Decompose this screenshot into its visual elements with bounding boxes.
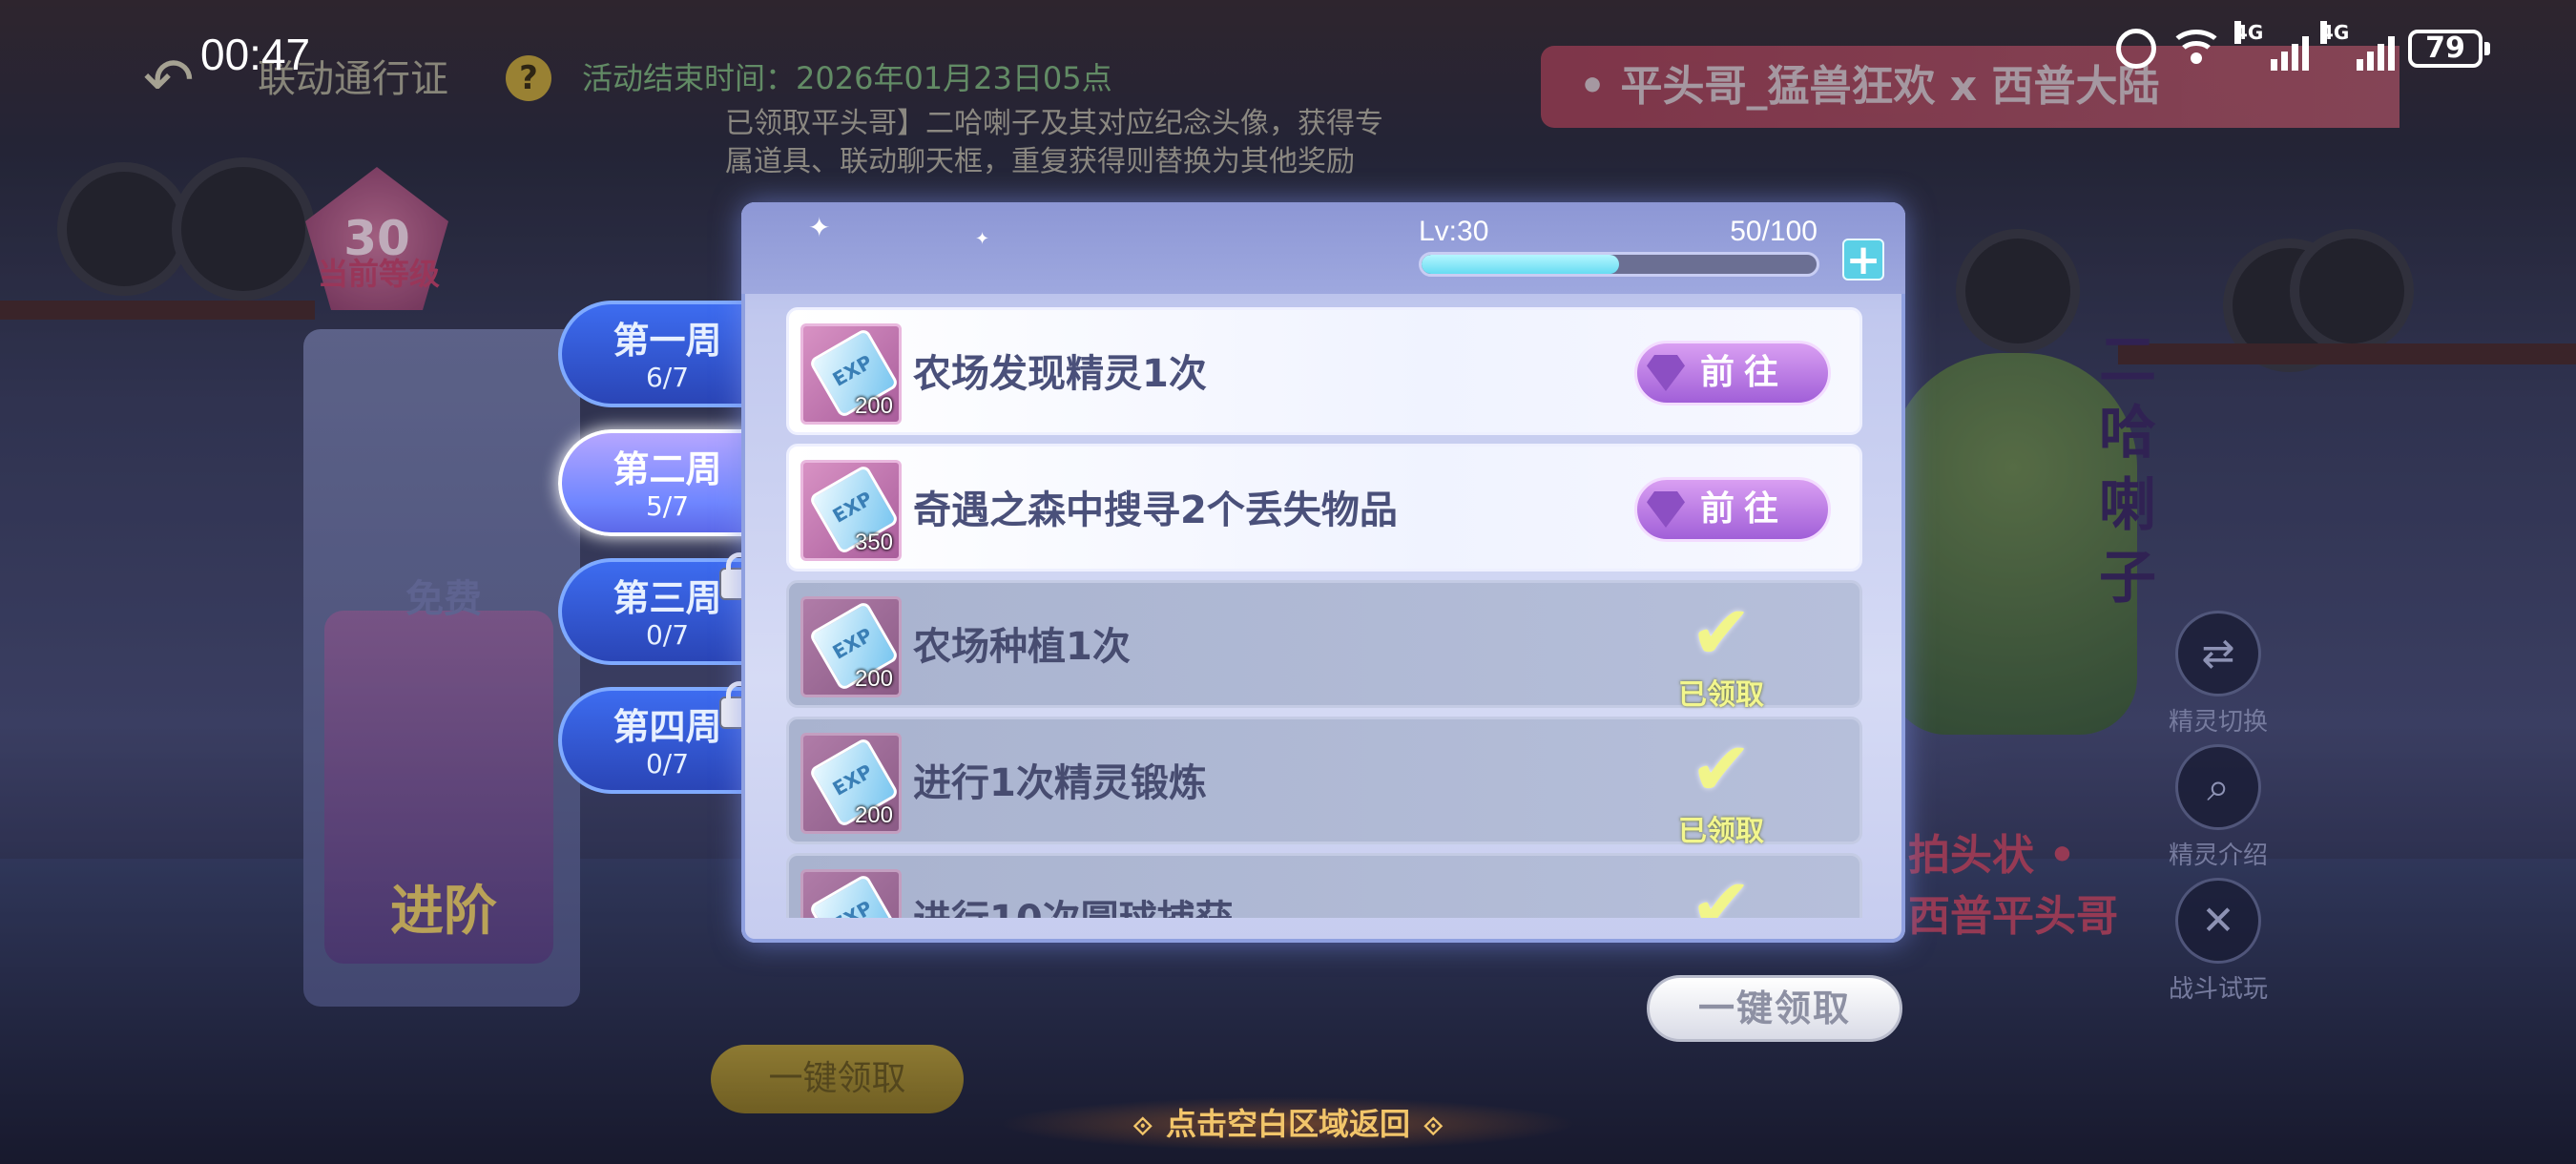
- exp-value: 50/100: [1730, 216, 1818, 247]
- task-row: EXP 进行10次圆球捕获 ✔: [786, 853, 1862, 918]
- pass-level: Lv:30: [1419, 216, 1489, 247]
- checkmark-icon: ✔: [1690, 591, 1753, 676]
- claimed-status: ✔: [1669, 869, 1774, 918]
- return-hint[interactable]: ⟐ 点击空白区域返回 ⟐: [1002, 1097, 1574, 1151]
- task-title: 农场种植1次: [913, 625, 1131, 669]
- claimed-label: 已领取: [1678, 815, 1764, 848]
- reward-quantity: 350: [854, 530, 893, 555]
- reward-quantity: 200: [854, 802, 893, 828]
- diamond-icon: ⟐: [1132, 1112, 1153, 1141]
- sparkle-icon: ✦: [975, 229, 990, 249]
- reward-quantity: 200: [854, 393, 893, 419]
- go-button-label: 前往: [1699, 353, 1788, 392]
- task-row: EXP 350 奇遇之森中搜寻2个丢失物品 前往: [786, 444, 1862, 572]
- exp-progress-fill: [1422, 255, 1619, 274]
- task-list[interactable]: EXP 200 农场发现精灵1次 前往 EXP 350 奇遇之森中搜寻2个丢失物…: [786, 307, 1862, 918]
- gem-icon: [1647, 355, 1685, 391]
- claimed-label: 已领取: [1678, 678, 1764, 712]
- dialog-header: ✦ ✦ Lv:30 50/100 +: [741, 202, 1905, 294]
- exp-reward[interactable]: EXP 200: [800, 596, 902, 697]
- exp-reward[interactable]: EXP: [800, 869, 902, 918]
- task-title: 农场发现精灵1次: [913, 352, 1207, 396]
- go-button-label: 前往: [1699, 489, 1788, 529]
- exp-reward[interactable]: EXP 200: [800, 323, 902, 425]
- status-bar: 00:47 4G 4G 79: [0, 0, 2576, 105]
- reward-quantity: 200: [854, 666, 893, 692]
- weekly-task-dialog: ✦ ✦ Lv:30 50/100 + EXP 200 农场发现精灵1次 前往 E…: [741, 202, 1905, 943]
- gem-icon: [1647, 491, 1685, 528]
- battery-icon: 79: [2408, 30, 2490, 68]
- task-title: 奇遇之森中搜寻2个丢失物品: [913, 488, 1398, 532]
- sparkle-icon: ✦: [808, 212, 831, 243]
- exp-reward[interactable]: EXP 350: [800, 460, 902, 561]
- claimed-status: ✔ 已领取: [1669, 591, 1774, 712]
- claimed-status: ✔ 已领取: [1669, 727, 1774, 848]
- signal-icon: 4G: [2234, 21, 2309, 71]
- checkmark-icon: ✔: [1690, 863, 1753, 918]
- clock: 00:47: [200, 30, 311, 79]
- exp-progress-bar: [1419, 252, 1819, 277]
- go-button[interactable]: 前往: [1634, 341, 1831, 405]
- task-row: EXP 200 进行1次精灵锻炼 ✔ 已领取: [786, 717, 1862, 848]
- checkmark-icon: ✔: [1690, 727, 1753, 813]
- diamond-icon: ⟐: [1423, 1112, 1444, 1141]
- return-hint-text: 点击空白区域返回: [1165, 1106, 1410, 1142]
- wifi-icon: [2169, 28, 2224, 70]
- go-button[interactable]: 前往: [1634, 477, 1831, 542]
- exp-ticket-icon: EXP: [808, 873, 900, 918]
- task-title: 进行1次精灵锻炼: [913, 761, 1207, 805]
- alarm-icon: [2116, 29, 2156, 69]
- buy-level-button[interactable]: +: [1842, 239, 1884, 281]
- claim-all-button[interactable]: 一键领取: [1647, 975, 1902, 1042]
- status-icons: 4G 4G 79: [2116, 21, 2490, 71]
- task-row: EXP 200 农场发现精灵1次 前往: [786, 307, 1862, 435]
- exp-reward[interactable]: EXP 200: [800, 733, 902, 834]
- signal-icon: 4G: [2320, 21, 2395, 71]
- task-row: EXP 200 农场种植1次 ✔ 已领取: [786, 580, 1862, 712]
- task-title: 进行10次圆球捕获: [913, 856, 1234, 918]
